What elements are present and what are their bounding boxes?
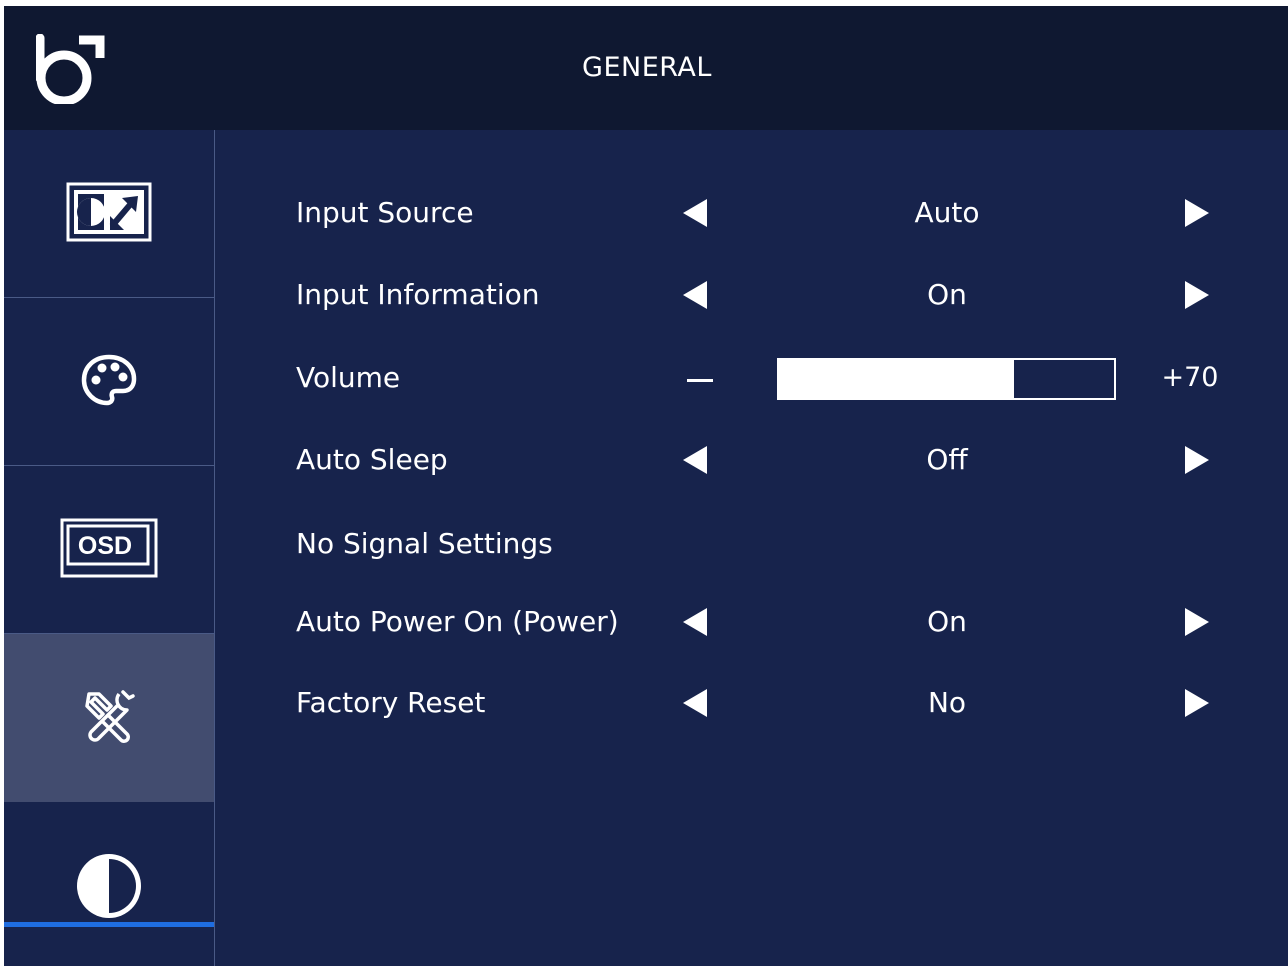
setting-value: Off bbox=[926, 443, 968, 476]
settings-panel: Input Source Auto Input Information On V… bbox=[215, 130, 1288, 966]
setting-label: Input Source bbox=[296, 196, 474, 229]
setting-label: Input Information bbox=[296, 278, 540, 311]
sidebar-item-osd[interactable]: OSD bbox=[4, 466, 214, 634]
setting-label: Factory Reset bbox=[296, 686, 486, 719]
tools-icon bbox=[81, 688, 137, 748]
volume-value: +70 bbox=[1161, 362, 1219, 393]
setting-row-auto-power-on[interactable]: Auto Power On (Power) On bbox=[215, 592, 1288, 652]
arrow-right-icon[interactable] bbox=[1183, 607, 1211, 637]
arrow-right-icon[interactable] bbox=[1183, 445, 1211, 475]
menu-header: GENERAL bbox=[4, 6, 1288, 130]
volume-slider[interactable] bbox=[777, 358, 1116, 400]
arrow-left-icon[interactable] bbox=[681, 607, 709, 637]
setting-row-factory-reset[interactable]: Factory Reset No bbox=[215, 673, 1288, 733]
sidebar: OSD bbox=[4, 130, 215, 966]
setting-value: Auto bbox=[914, 196, 980, 229]
setting-value: On bbox=[927, 278, 967, 311]
setting-label: Auto Power On (Power) bbox=[296, 605, 619, 638]
contrast-icon bbox=[73, 850, 145, 926]
arrow-left-icon[interactable] bbox=[681, 280, 709, 310]
setting-label: Volume bbox=[296, 361, 401, 394]
setting-row-volume[interactable]: Volume +70 bbox=[215, 348, 1288, 408]
arrow-right-icon[interactable] bbox=[1183, 198, 1211, 228]
arrow-right-icon[interactable] bbox=[1183, 688, 1211, 718]
page-title: GENERAL bbox=[582, 52, 712, 83]
picture-icon bbox=[66, 182, 152, 246]
palette-icon bbox=[81, 354, 137, 410]
sidebar-item-contrast[interactable] bbox=[4, 810, 214, 966]
osd-icon-label: OSD bbox=[78, 532, 132, 560]
sidebar-item-general[interactable] bbox=[4, 634, 214, 802]
setting-label: Auto Sleep bbox=[296, 443, 448, 476]
setting-row-input-information[interactable]: Input Information On bbox=[215, 265, 1288, 325]
sidebar-item-picture[interactable] bbox=[4, 130, 214, 298]
osd-menu-window: GENERAL OSD Input Source Auto Input Info… bbox=[4, 6, 1288, 966]
setting-value: On bbox=[927, 605, 967, 638]
setting-label: No Signal Settings bbox=[296, 527, 553, 560]
setting-value: No bbox=[927, 686, 967, 719]
setting-row-no-signal-settings[interactable]: No Signal Settings bbox=[215, 514, 1288, 574]
sidebar-item-color[interactable] bbox=[4, 298, 214, 466]
arrow-left-icon[interactable] bbox=[681, 445, 709, 475]
setting-row-auto-sleep[interactable]: Auto Sleep Off bbox=[215, 430, 1288, 490]
volume-down-icon[interactable] bbox=[687, 379, 713, 382]
arrow-right-icon[interactable] bbox=[1183, 280, 1211, 310]
volume-slider-fill bbox=[779, 360, 1014, 398]
arrow-left-icon[interactable] bbox=[681, 688, 709, 718]
setting-row-input-source[interactable]: Input Source Auto bbox=[215, 183, 1288, 243]
arrow-left-icon[interactable] bbox=[681, 198, 709, 228]
osd-icon: OSD bbox=[59, 517, 159, 583]
